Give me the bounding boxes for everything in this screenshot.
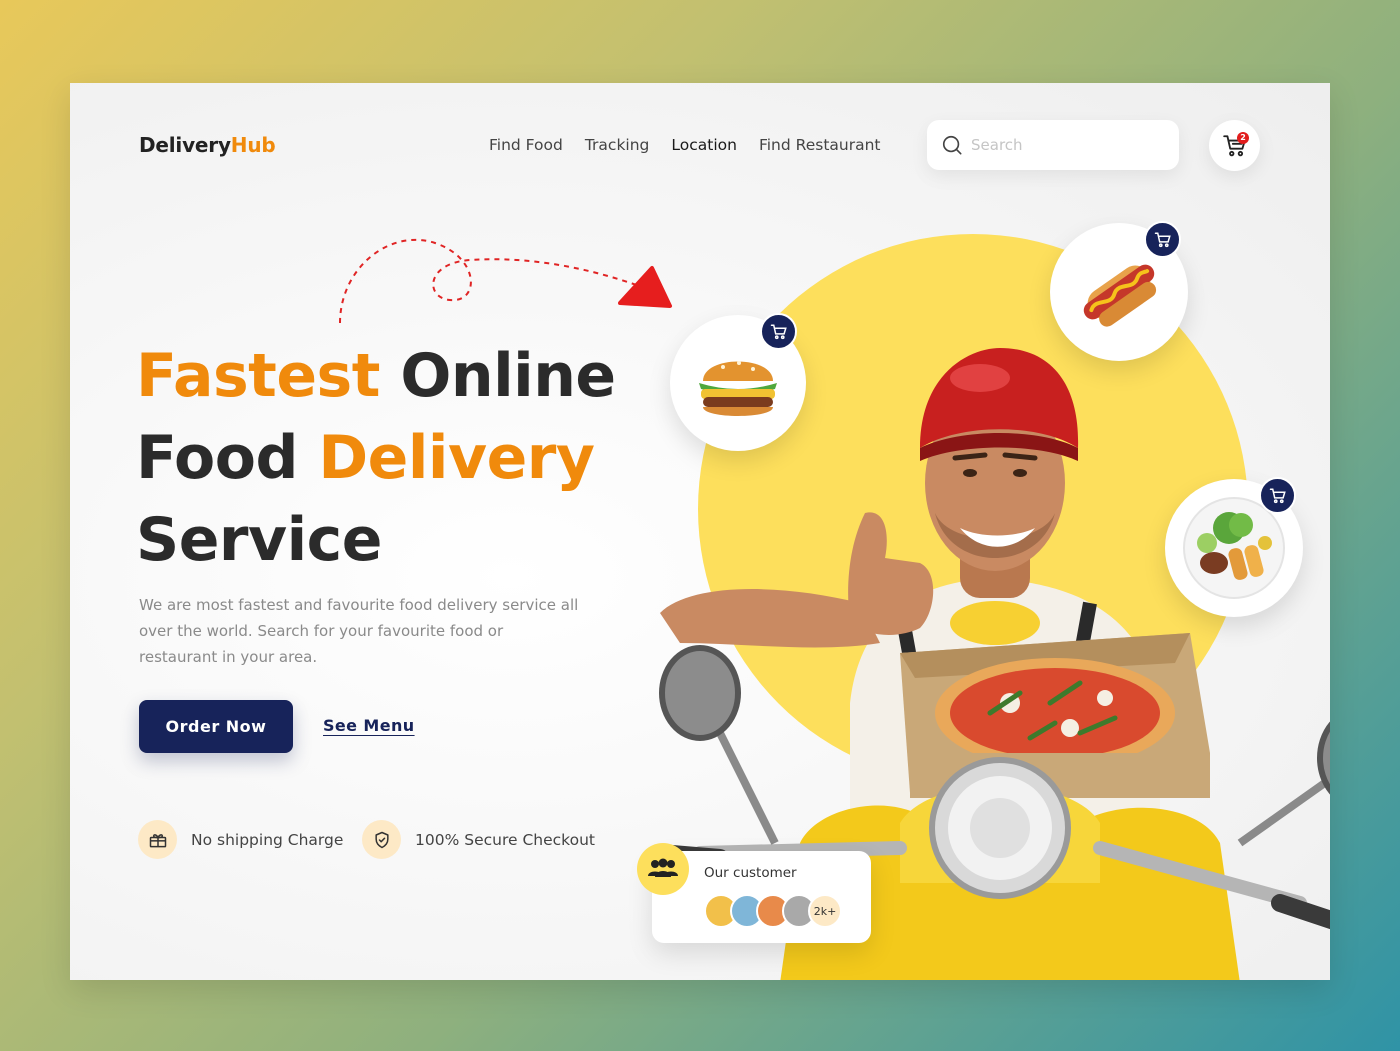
- hotdog-icon: [1083, 264, 1157, 327]
- customer-count: 2k+: [808, 894, 842, 928]
- salad-plate-item[interactable]: [1165, 477, 1303, 617]
- nav-find-restaurant[interactable]: Find Restaurant: [759, 136, 881, 154]
- cart-icon: [770, 324, 787, 339]
- burger-item[interactable]: [670, 313, 806, 451]
- hero-description: We are most fastest and favourite food d…: [139, 596, 579, 666]
- hero-headline: Fastest Online Food Delivery Service: [136, 341, 616, 575]
- shield-check-icon: [362, 820, 401, 859]
- customer-avatars: 2k+: [704, 894, 842, 928]
- feature-label: 100% Secure Checkout: [415, 830, 595, 849]
- brand-logo[interactable]: DeliveryHub: [139, 133, 276, 157]
- add-to-cart-button[interactable]: [1144, 221, 1181, 258]
- nav-tracking[interactable]: Tracking: [585, 136, 650, 154]
- see-menu-link[interactable]: See Menu: [323, 716, 415, 735]
- feature-label: No shipping Charge: [191, 830, 344, 849]
- order-now-button[interactable]: Order Now: [139, 700, 293, 753]
- nav-find-food[interactable]: Find Food: [489, 136, 563, 154]
- cart-icon: [1154, 232, 1171, 247]
- feature-secure-checkout: 100% Secure Checkout: [362, 820, 595, 859]
- main-nav: Find Food Tracking Location Find Restaur…: [489, 136, 881, 154]
- customer-label: Our customer: [704, 865, 797, 881]
- add-to-cart-button[interactable]: [1259, 477, 1296, 514]
- cart-button[interactable]: 2: [1209, 120, 1260, 171]
- burger-icon: [699, 361, 777, 416]
- search-box: [927, 120, 1179, 170]
- feature-free-shipping: No shipping Charge: [138, 820, 343, 859]
- gift-box-icon: [138, 820, 177, 859]
- hero-card: DeliveryHub Find Food Tracking Location …: [70, 83, 1330, 980]
- cart-count-badge: 2: [1237, 132, 1249, 144]
- search-icon: [942, 135, 962, 155]
- search-input[interactable]: [971, 136, 1161, 154]
- hotdog-item[interactable]: [1050, 221, 1188, 361]
- customers-group-icon: [637, 843, 689, 895]
- add-to-cart-button[interactable]: [760, 313, 797, 350]
- cart-icon: [1269, 488, 1286, 503]
- nav-location[interactable]: Location: [671, 136, 737, 154]
